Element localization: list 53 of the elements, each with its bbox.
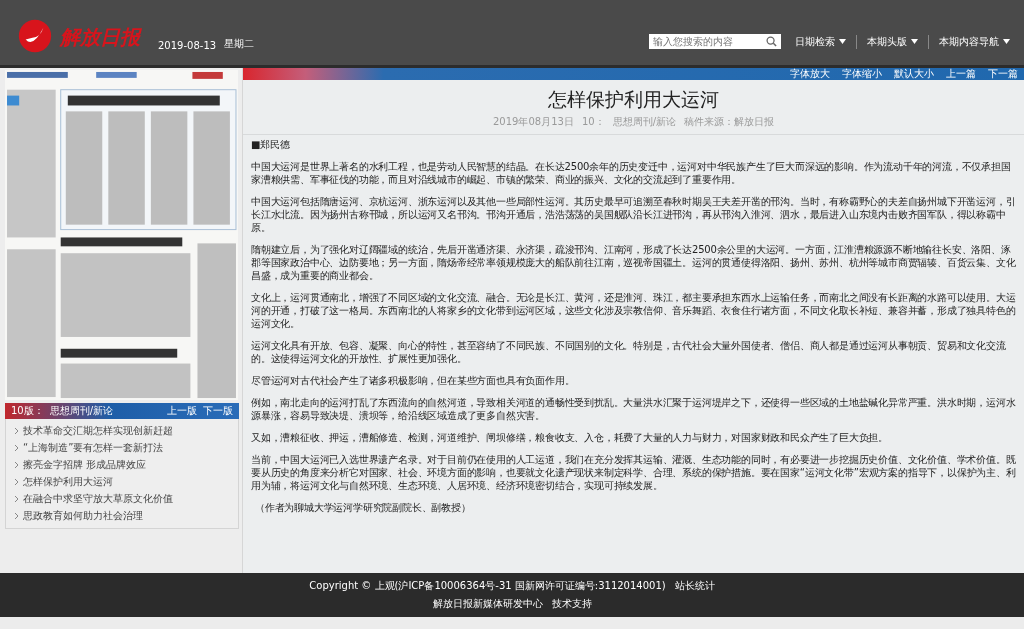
author-text: ■郑民德: [251, 138, 291, 151]
paragraph: 中国大运河是世界上著名的水利工程，也是劳动人民智慧的结晶。在长达2500余年的历史变迁中，运河对中华民族产生了巨大而深远的影响。作为流动千年的河流，不仅承担国家漕粮供需、军事征伐的功能，而且对沿线城市的崛起、市镇的繁荣、商业的振兴、文化的交流起到了重要作用。: [251, 160, 1012, 186]
chevron-icon: [14, 444, 19, 452]
author-note: （作者为聊城大学运河学研究院副院长、副教授）: [254, 501, 472, 514]
paragraph: 文化上，运河贯通南北，增强了不同区域的文化交流、融合。无论是长江、黄河，还是淮河、珠江，都主要承担东西水上运输任务，而南北之间没有长距离的水路可以使用。大运河的开通，打破了这一格局。东西南北的人将家乡的文化带到运河区域，这些文化涉及宗教信仰、音乐舞蹈、衣食住行诸方面，不同文化取长补短、兼容并蓄，形成了独具特色的运河文化。: [251, 291, 1016, 330]
chevron-icon: [14, 512, 19, 520]
stats-link[interactable]: 站长统计: [674, 579, 715, 593]
prev-article-link[interactable]: 上一篇: [946, 68, 976, 80]
chevron-icon: [14, 478, 19, 486]
next-article-link[interactable]: 下一篇: [988, 68, 1018, 80]
caret-icon: [1003, 39, 1010, 44]
meta-text: 稿件来源：解放日报: [684, 115, 774, 129]
section-label: 思想周刊/新论: [49, 404, 114, 418]
date-text: 2019-08-13: [158, 40, 217, 51]
copyright-text: Copyright © 上观(沪ICP备10006364号-31 国新网许可证编号:3112014001): [309, 579, 666, 593]
page-label: 10版：: [11, 404, 44, 418]
paragraph: 又如，漕粮征收、押运，漕船修造、检测，河道维护、闸坝修缮，粮食收支、入仓，耗费了大量的人力与财力，对国家财政和民众产生了巨大负担。: [251, 431, 889, 444]
chevron-icon: [14, 495, 19, 503]
article-link[interactable]: 怎样保护利用大运河: [14, 475, 230, 489]
prev-page-link[interactable]: 上一版: [167, 404, 197, 418]
logo-icon: [18, 19, 52, 53]
font-size-link[interactable]: 默认大小: [894, 68, 934, 80]
article-link[interactable]: 擦亮金字招牌 形成品牌效应: [14, 458, 230, 472]
paragraph: 尽管运河对古代社会产生了诸多积极影响，但在某些方面也具有负面作用。: [251, 374, 576, 387]
meta-text: 10：: [581, 115, 605, 129]
article-link[interactable]: 技术革命交汇期怎样实现创新赶超: [14, 424, 230, 438]
nav-menu[interactable]: 日期检索: [795, 34, 846, 49]
center-text: 解放日报新媒体研发中心: [432, 597, 543, 611]
article-link[interactable]: 在融合中求坚守放大草原文化价值: [14, 492, 230, 506]
next-page-link[interactable]: 下一版: [203, 404, 233, 418]
font-size-link[interactable]: 字体放大: [790, 68, 830, 80]
search-icon[interactable]: [766, 36, 777, 47]
chevron-icon: [14, 461, 19, 469]
caret-icon: [911, 39, 918, 44]
article-link[interactable]: “上海制造”要有怎样一套新打法: [14, 441, 230, 455]
article-title: 怎样保护利用大运河: [547, 87, 720, 112]
paragraph: 中国大运河包括隋唐运河、京杭运河、浙东运河以及其他一些局部性运河。其历史最早可追溯至春秋时期吴王夫差开凿的邗沟。当时，有称霸野心的夫差自扬州城下开凿运河，引长江水北流。因为扬州古称邗城，所以运河又名邗沟。邗沟开通后，浩浩荡荡的吴国舰队沿长江进邗沟，再从邗沟入淮河、泗水，最后进入山东境内击败齐国军队，得以称霸中原。: [251, 195, 1016, 234]
meta-text: 思想周刊/新论: [612, 115, 676, 129]
paragraph: 例如，南北走向的运河打乱了东西流向的自然河道，导致相关河道的通畅性受到扰乱。大量洪水汇聚于运河堤岸之下，还使得一些区域的土地盐碱化异常严重。洪水时期，运河水源暴涨，容易导致决堤、溃坝等，给沿线区域造成了更多自然灾害。: [251, 396, 1016, 422]
font-size-link[interactable]: 字体缩小: [842, 68, 882, 80]
meta-text: 2019年08月13日: [493, 115, 574, 129]
paragraph: 隋朝建立后，为了强化对辽阔疆域的统治，先后开凿通济渠、永济渠，疏浚邗沟、江南河，形成了长达2500余公里的大运河。一方面，江淮漕粮源源不断地输往长安、洛阳、涿郡等国家政治中心、边防要地；另一方面，隋炀帝经常率领规模庞大的船队前往江南，巡视帝国疆土。运河的贯通使得洛阳、扬州、苏州、杭州等城市商贾辐辏、百货云集、文化昌盛，成为重要的商业都会。: [251, 243, 1016, 282]
chevron-icon: [14, 427, 19, 435]
nav-menu[interactable]: 本期头版: [867, 34, 918, 49]
caret-icon: [839, 39, 846, 44]
support-link[interactable]: 技术支持: [551, 597, 592, 611]
logo-text: 解放日报: [60, 24, 140, 51]
search-field[interactable]: 输入您搜索的内容: [649, 34, 781, 49]
paragraph: 当前，中国大运河已入选世界遗产名录。对于目前仍在使用的人工运道，我们在充分发挥其运输、灌溉、生态功能的同时，有必要进一步挖掘历史价值、文化价值、学术价值。既要从历史的角度来分析它对国家、社会、环境方面的影响，也要就文化遗产现状来制定科学、合理、系统的保护措施。要在国家“运河文化带”宏观方案的指导下，以保护为主、利用为辅，将运河文化与自然环境、生态环境、人居环境、经济环境密切结合，实现可持续发展。: [251, 453, 1016, 492]
article-link[interactable]: 思政教育如何助力社会治理: [14, 509, 230, 523]
weekday-text: 星期二: [224, 37, 255, 51]
nav-menu[interactable]: 本期内容导航: [939, 34, 1010, 49]
paragraph: 运河文化具有开放、包容、凝聚、向心的特性，甚至容纳了不同民族、不同国别的文化。特别是，古代社会大量外国使者、僧侣、商人都是通过运河从事朝贡、贸易和文化交流的。这使得运河文化的开放性、扩展性更加强化。: [251, 339, 1007, 365]
